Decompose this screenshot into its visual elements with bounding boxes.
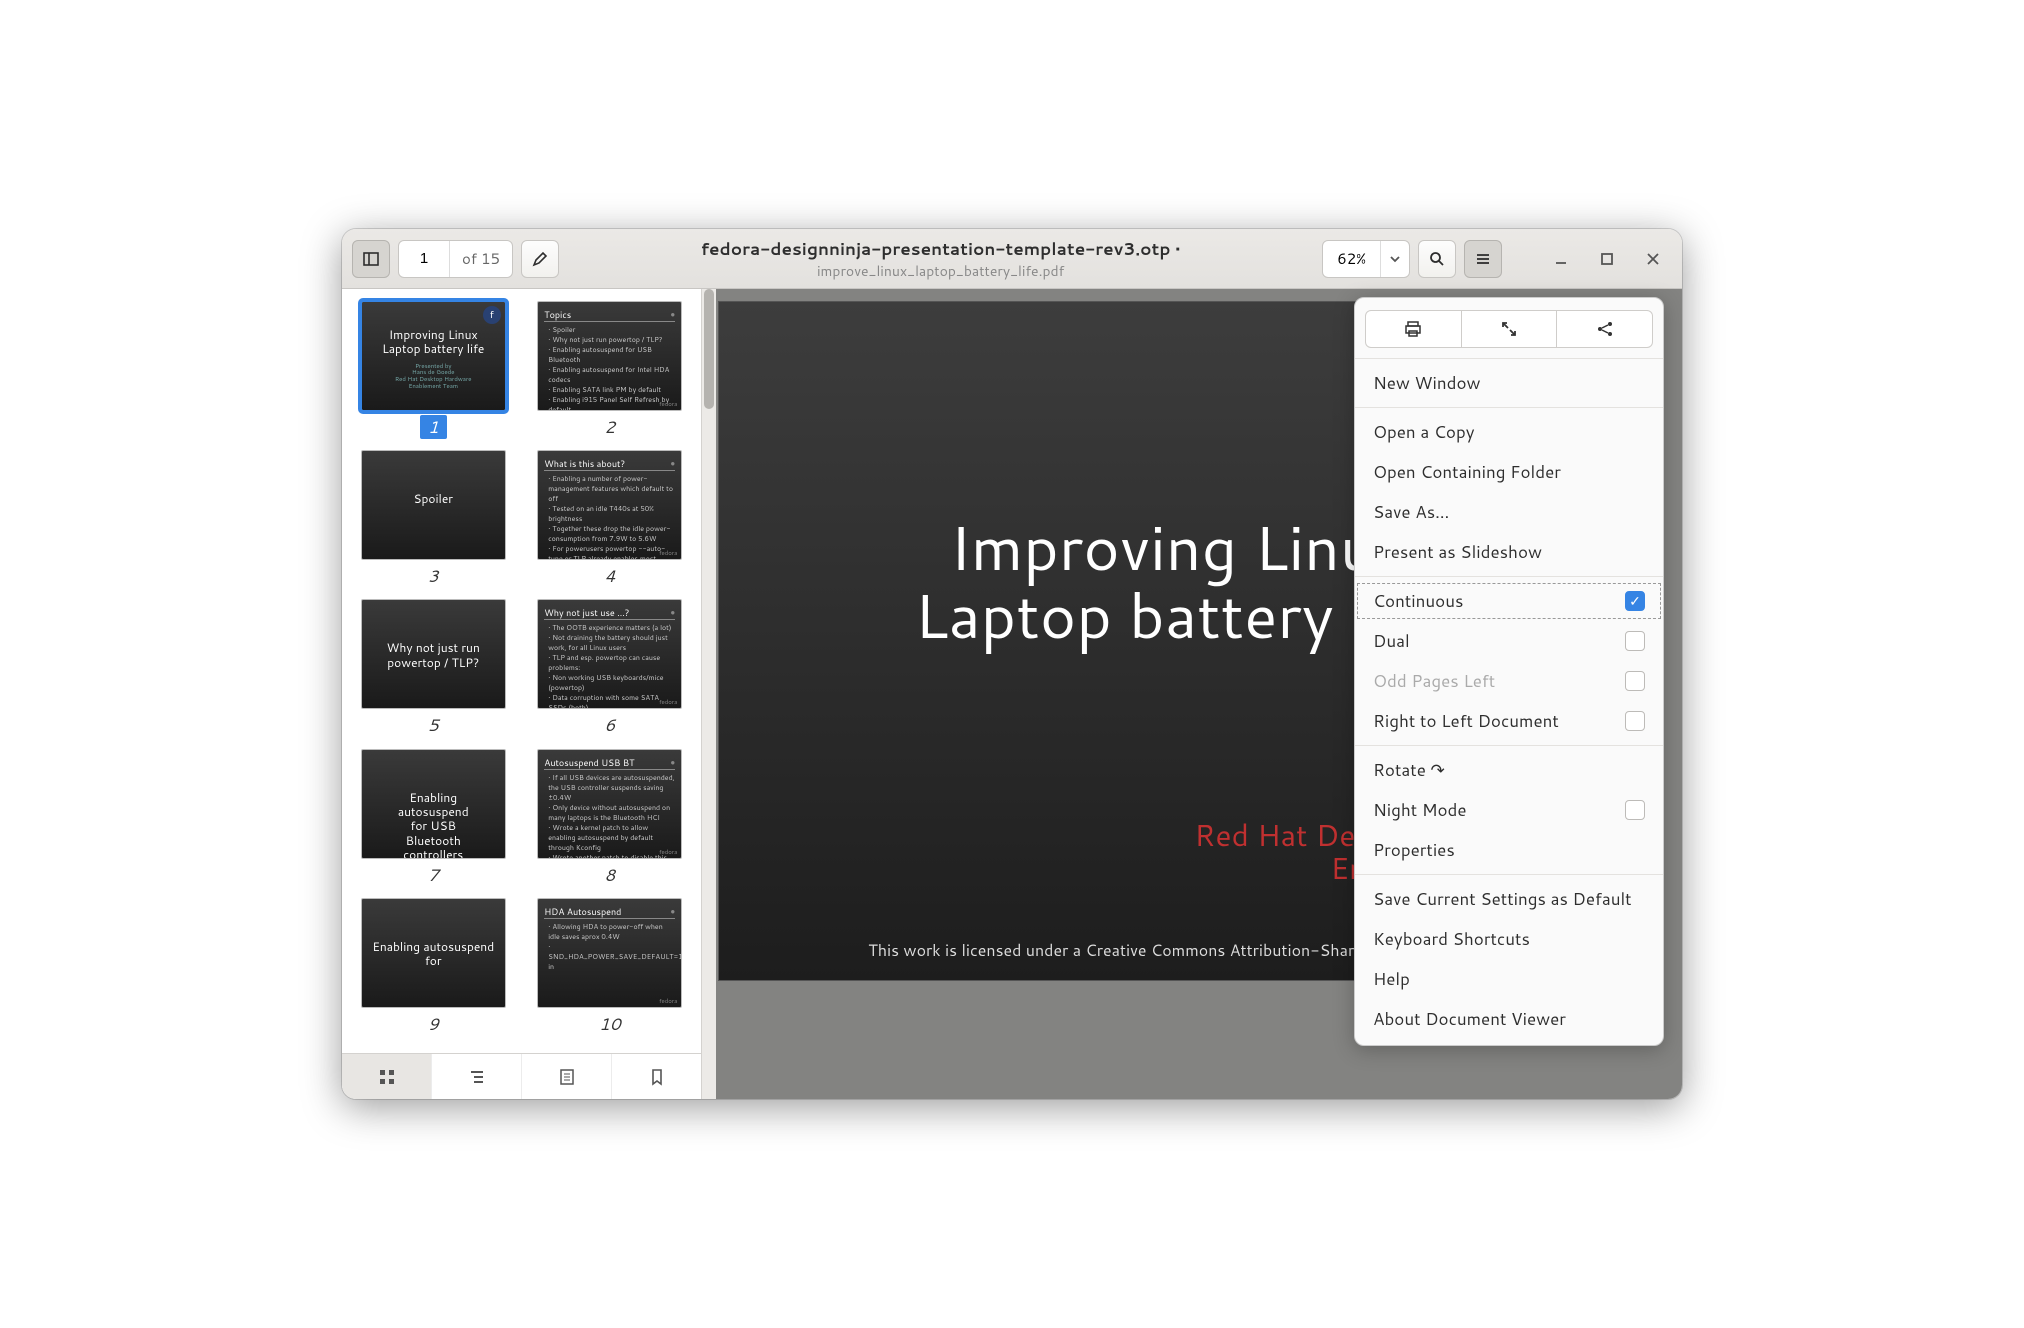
thumbnails-mode-button[interactable] xyxy=(342,1054,432,1099)
document-title: fedora-designninja-presentation-template… xyxy=(567,237,1314,261)
share-button[interactable] xyxy=(1557,310,1653,348)
thumbnail-3[interactable]: Spoiler3 xyxy=(350,450,517,593)
print-button[interactable] xyxy=(1365,310,1462,348)
page-number-entry[interactable]: of 15 xyxy=(398,240,513,278)
checkbox-on-icon: ✓ xyxy=(1625,591,1645,611)
maximize-button[interactable] xyxy=(1588,240,1626,278)
menu-properties[interactable]: Properties xyxy=(1355,830,1663,870)
checkbox-off-icon xyxy=(1625,671,1645,691)
thumbnail-label: 6 xyxy=(527,713,694,737)
thumbnail-label: 10 xyxy=(527,1012,694,1036)
menu-open-copy[interactable]: Open a Copy xyxy=(1355,412,1663,452)
thumbnail-1[interactable]: fImproving LinuxLaptop battery lifePrese… xyxy=(350,301,517,444)
search-button[interactable] xyxy=(1418,240,1456,278)
document-subtitle: improve_linux_laptop_battery_life.pdf xyxy=(567,261,1314,281)
thumbnail-4[interactable]: What is this about?Enabling a number of … xyxy=(527,450,694,593)
title-area: fedora-designninja-presentation-template… xyxy=(567,237,1314,281)
thumbnail-7[interactable]: Enablingautosuspendfor USBBluetoothcontr… xyxy=(350,749,517,892)
headerbar: of 15 fedora-designninja-presentation-te… xyxy=(342,229,1682,289)
checkbox-off-icon xyxy=(1625,631,1645,651)
thumbnail-6[interactable]: Why not just use …?The OOTB experience m… xyxy=(527,599,694,742)
outline-mode-button[interactable] xyxy=(432,1054,522,1099)
menu-odd-pages-left: Odd Pages Left xyxy=(1355,661,1663,701)
thumbnail-label: 3 xyxy=(350,564,517,588)
menu-about[interactable]: About Document Viewer xyxy=(1355,999,1663,1039)
sidebar-toggle-button[interactable] xyxy=(352,240,390,278)
menu-night-mode[interactable]: Night Mode xyxy=(1355,790,1663,830)
hamburger-menu-button[interactable] xyxy=(1464,240,1502,278)
main-menu-popover: New Window Open a Copy Open Containing F… xyxy=(1354,297,1664,1046)
bookmarks-mode-button[interactable] xyxy=(612,1054,701,1099)
thumbnail-label: 4 xyxy=(527,564,694,588)
page-number-input[interactable] xyxy=(399,241,449,277)
menu-dual[interactable]: Dual xyxy=(1355,621,1663,661)
thumbnail-label: 8 xyxy=(527,863,694,887)
sidebar: fImproving LinuxLaptop battery lifePrese… xyxy=(342,289,702,1099)
document-viewer-window: of 15 fedora-designninja-presentation-te… xyxy=(342,229,1682,1099)
checkbox-off-icon xyxy=(1625,800,1645,820)
menu-right-to-left[interactable]: Right to Left Document xyxy=(1355,701,1663,741)
thumbnail-label: 7 xyxy=(350,863,517,887)
thumbnail-2[interactable]: TopicsSpoilerWhy not just run powertop /… xyxy=(527,301,694,444)
annotations-mode-button[interactable] xyxy=(522,1054,612,1099)
page-total-label: of 15 xyxy=(449,241,512,277)
minimize-button[interactable] xyxy=(1542,240,1580,278)
fullscreen-button[interactable] xyxy=(1462,310,1558,348)
thumbnail-10[interactable]: HDA AutosuspendAllowing HDA to power-off… xyxy=(527,898,694,1041)
sidebar-mode-switcher xyxy=(342,1053,701,1099)
menu-open-containing-folder[interactable]: Open Containing Folder xyxy=(1355,452,1663,492)
menu-present-slideshow[interactable]: Present as Slideshow xyxy=(1355,532,1663,572)
zoom-selector[interactable]: 62% xyxy=(1322,240,1410,278)
thumbnail-9[interactable]: Enabling autosuspend for9 xyxy=(350,898,517,1041)
menu-rotate[interactable]: Rotate ↷ xyxy=(1355,750,1663,790)
main-scrollbar[interactable] xyxy=(702,289,716,1099)
annotate-button[interactable] xyxy=(521,240,559,278)
close-button[interactable] xyxy=(1634,240,1672,278)
thumbnail-label: 2 xyxy=(527,415,694,439)
menu-save-as[interactable]: Save As… xyxy=(1355,492,1663,532)
menu-save-default[interactable]: Save Current Settings as Default xyxy=(1355,879,1663,919)
thumbnail-8[interactable]: Autosuspend USB BTIf all USB devices are… xyxy=(527,749,694,892)
thumbnail-label: 5 xyxy=(350,713,517,737)
thumbnail-grid[interactable]: fImproving LinuxLaptop battery lifePrese… xyxy=(342,289,701,1053)
menu-new-window[interactable]: New Window xyxy=(1355,363,1663,403)
thumbnail-label: 9 xyxy=(350,1012,517,1036)
zoom-value: 62% xyxy=(1323,248,1380,269)
checkbox-off-icon xyxy=(1625,711,1645,731)
menu-help[interactable]: Help xyxy=(1355,959,1663,999)
chevron-down-icon[interactable] xyxy=(1380,241,1409,277)
menu-continuous[interactable]: Continuous✓ xyxy=(1355,581,1663,621)
thumbnail-label: 1 xyxy=(420,415,447,439)
menu-keyboard-shortcuts[interactable]: Keyboard Shortcuts xyxy=(1355,919,1663,959)
thumbnail-5[interactable]: Why not just runpowertop / TLP?5 xyxy=(350,599,517,742)
